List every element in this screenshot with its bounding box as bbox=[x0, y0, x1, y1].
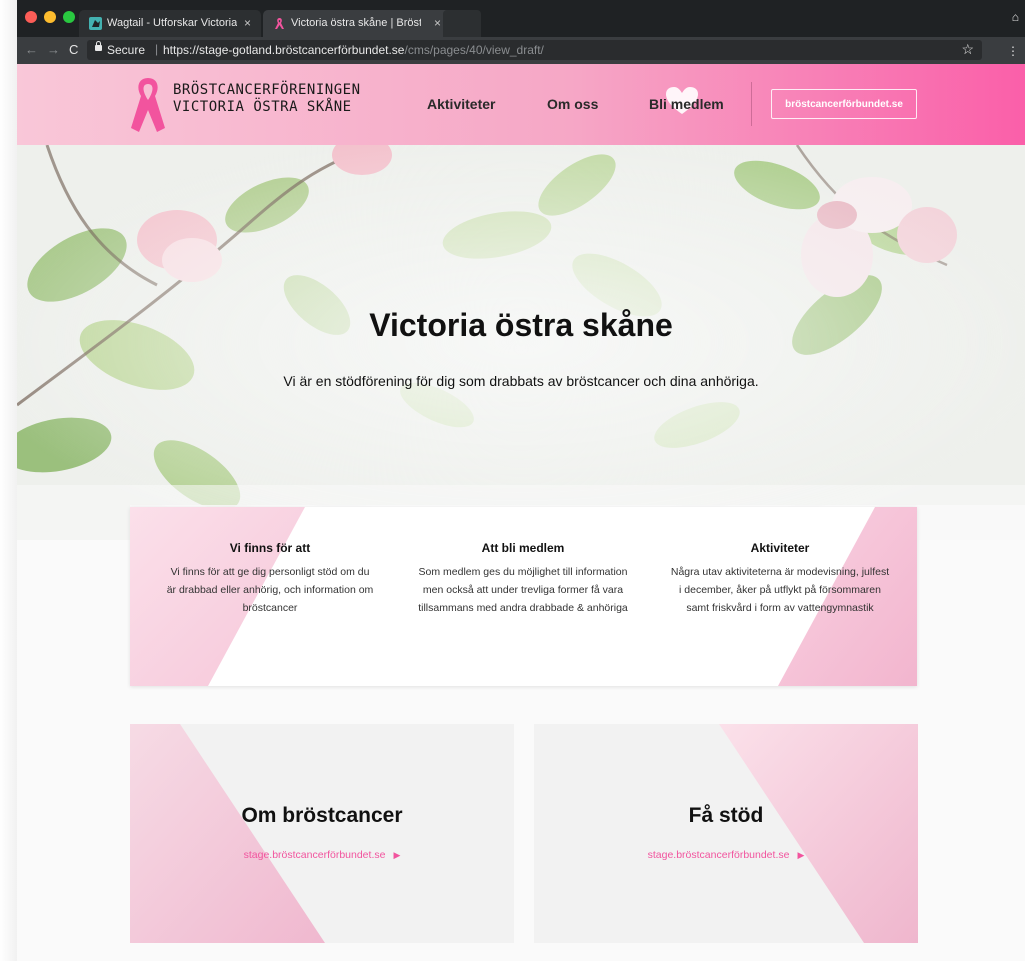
info-column-aktiviteter: Aktiviteter Några utav aktiviteterna är … bbox=[670, 541, 890, 617]
close-window-button[interactable] bbox=[25, 11, 37, 23]
card-fa-stod[interactable]: Få stöd stage.bröstcancerförbundet.se ▶ bbox=[534, 724, 918, 943]
url-path: /cms/pages/40/view_draft/ bbox=[404, 43, 544, 57]
info-text: Några utav aktiviteterna är modevisning,… bbox=[670, 566, 890, 614]
maximize-window-button[interactable] bbox=[63, 11, 75, 23]
nav-om-oss[interactable]: Om oss bbox=[547, 96, 598, 112]
browser-titlebar: Wagtail - Utforskar Victoria öst × Victo… bbox=[17, 0, 1025, 37]
address-bar[interactable]: Secure | https://stage-gotland.bröstcanc… bbox=[87, 40, 982, 60]
card-link[interactable]: stage.bröstcancerförbundet.se ▶ bbox=[534, 849, 918, 861]
tab-victoria[interactable]: Victoria östra skåne | Bröstcan × bbox=[263, 10, 451, 37]
url-text: https://stage-gotland.bröstcancerförbund… bbox=[163, 43, 544, 57]
info-text: Vi finns för att ge dig personligt stöd … bbox=[166, 566, 374, 614]
external-site-button[interactable]: bröstcancerförbundet.se bbox=[771, 89, 917, 119]
tab-close-icon[interactable]: × bbox=[244, 16, 251, 30]
card-decoration bbox=[130, 724, 514, 943]
pink-ribbon-favicon-icon bbox=[275, 18, 284, 29]
card-link-text[interactable]: stage.bröstcancerförbundet.se bbox=[648, 849, 790, 861]
info-column-vi-finns: Vi finns för att Vi finns för att ge dig… bbox=[166, 541, 374, 617]
nav-aktiviteter[interactable]: Aktiviteter bbox=[427, 96, 495, 112]
lock-icon bbox=[95, 41, 102, 51]
info-title: Aktiviteter bbox=[750, 541, 810, 555]
card-link[interactable]: stage.bröstcancerförbundet.se ▶ bbox=[130, 849, 514, 861]
info-title: Vi finns för att bbox=[229, 541, 311, 555]
tab-title: Victoria östra skåne | Bröstcan bbox=[291, 17, 421, 29]
info-text: Som medlem ges du möjlighet till informa… bbox=[418, 566, 628, 614]
info-card: Vi finns för att Vi finns för att ge dig… bbox=[130, 507, 917, 686]
card-title: Få stöd bbox=[688, 804, 764, 827]
hero-subtitle: Vi är en stödförening för dig som drabba… bbox=[283, 373, 759, 389]
incognito-icon: ⌂ bbox=[1011, 10, 1019, 24]
card-decoration bbox=[534, 724, 918, 943]
nav-divider bbox=[751, 82, 752, 126]
back-icon[interactable]: ← bbox=[25, 42, 38, 57]
brand-line-1: BRÖSTCANCERFÖRENINGEN bbox=[173, 82, 361, 98]
tab-title: Wagtail - Utforskar Victoria öst bbox=[107, 17, 237, 29]
reload-icon[interactable]: C bbox=[69, 42, 78, 57]
card-link-text[interactable]: stage.bröstcancerförbundet.se bbox=[244, 849, 386, 861]
tab-wagtail[interactable]: Wagtail - Utforskar Victoria öst × bbox=[79, 10, 261, 37]
forward-icon[interactable]: → bbox=[47, 42, 60, 57]
minimize-window-button[interactable] bbox=[44, 11, 56, 23]
card-title: Om bröstcancer bbox=[241, 804, 403, 827]
info-title: Att bli medlem bbox=[481, 541, 565, 555]
nav-bli-medlem[interactable]: Bli medlem bbox=[649, 96, 724, 112]
url-host: https://stage-gotland.bröstcancerförbund… bbox=[163, 43, 405, 57]
hero-banner: Victoria östra skåne Vi är en stödföreni… bbox=[17, 145, 1025, 540]
wagtail-favicon-icon bbox=[89, 17, 102, 30]
tab-close-icon[interactable]: × bbox=[434, 16, 441, 30]
card-om-brostcancer[interactable]: Om bröstcancer stage.bröstcancerförbunde… bbox=[130, 724, 514, 943]
secure-label: Secure bbox=[107, 43, 146, 57]
browser-window: Wagtail - Utforskar Victoria öst × Victo… bbox=[17, 0, 1025, 961]
site-header: BRÖSTCANCERFÖRENINGEN VICTORIA ÖSTRA SKÅ… bbox=[17, 64, 1025, 145]
brand-line-2: VICTORIA ÖSTRA SKÅNE bbox=[173, 99, 352, 115]
desktop-edge bbox=[0, 0, 17, 961]
browser-menu-icon[interactable]: ⋮ bbox=[1007, 44, 1019, 58]
new-tab-button[interactable] bbox=[443, 10, 481, 37]
browser-toolbar: ← → C Secure | https://stage-gotland.brö… bbox=[17, 37, 1025, 64]
info-column-bli-medlem: Att bli medlem Som medlem ges du möjligh… bbox=[413, 541, 633, 617]
play-arrow-icon: ▶ bbox=[393, 850, 401, 860]
pink-ribbon-logo-icon[interactable] bbox=[130, 76, 166, 134]
hero-title: Victoria östra skåne bbox=[369, 307, 673, 343]
play-arrow-icon: ▶ bbox=[797, 850, 805, 860]
bookmark-star-icon[interactable]: ☆ bbox=[961, 41, 974, 58]
url-separator: | bbox=[155, 42, 159, 56]
brand-name[interactable]: BRÖSTCANCERFÖRENINGEN VICTORIA ÖSTRA SKÅ… bbox=[173, 82, 361, 116]
